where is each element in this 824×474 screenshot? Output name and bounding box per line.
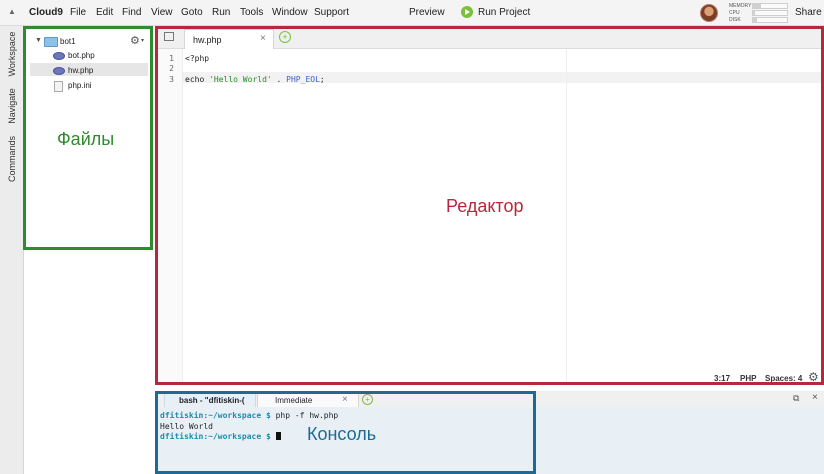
menu-support[interactable]: Support [314, 7, 349, 18]
tab-commands[interactable]: Commands [7, 136, 17, 182]
menu-run[interactable]: Run [212, 7, 230, 18]
menu-find[interactable]: Find [122, 7, 141, 18]
restore-panel-icon[interactable]: ⧉ [793, 393, 799, 404]
collapse-up-icon[interactable]: ▲ [8, 7, 16, 16]
console-annotation-label: Консоль [307, 424, 377, 444]
run-project-button[interactable]: Run Project [478, 7, 530, 18]
side-panel-tabs: Workspace Navigate Commands [0, 26, 24, 474]
memory-meter [752, 3, 788, 9]
share-button[interactable]: Share [795, 7, 822, 18]
run-icon[interactable] [461, 6, 473, 18]
preview-button[interactable]: Preview [409, 7, 445, 18]
menu-view[interactable]: View [151, 7, 173, 18]
tab-workspace[interactable]: Workspace [7, 32, 17, 77]
disk-label: DISK [729, 17, 741, 23]
cpu-label: CPU [729, 10, 740, 16]
menu-edit[interactable]: Edit [96, 7, 113, 18]
cpu-meter [752, 10, 788, 16]
avatar[interactable] [700, 4, 718, 22]
disk-meter [752, 17, 788, 23]
menu-tools[interactable]: Tools [240, 7, 263, 18]
memory-label: MEMORY [729, 3, 752, 9]
editor-annotation-label: Редактор [446, 196, 524, 216]
tab-navigate[interactable]: Navigate [7, 88, 17, 124]
menu-file[interactable]: File [70, 7, 86, 18]
menu-goto[interactable]: Goto [181, 7, 203, 18]
menu-window[interactable]: Window [272, 7, 308, 18]
menu-bar: ▲ Cloud9 File Edit Find View Goto Run To… [0, 0, 824, 26]
brand-menu[interactable]: Cloud9 [29, 7, 63, 18]
files-annotation-label: Файлы [57, 129, 115, 149]
close-panel-icon[interactable]: × [812, 392, 818, 403]
